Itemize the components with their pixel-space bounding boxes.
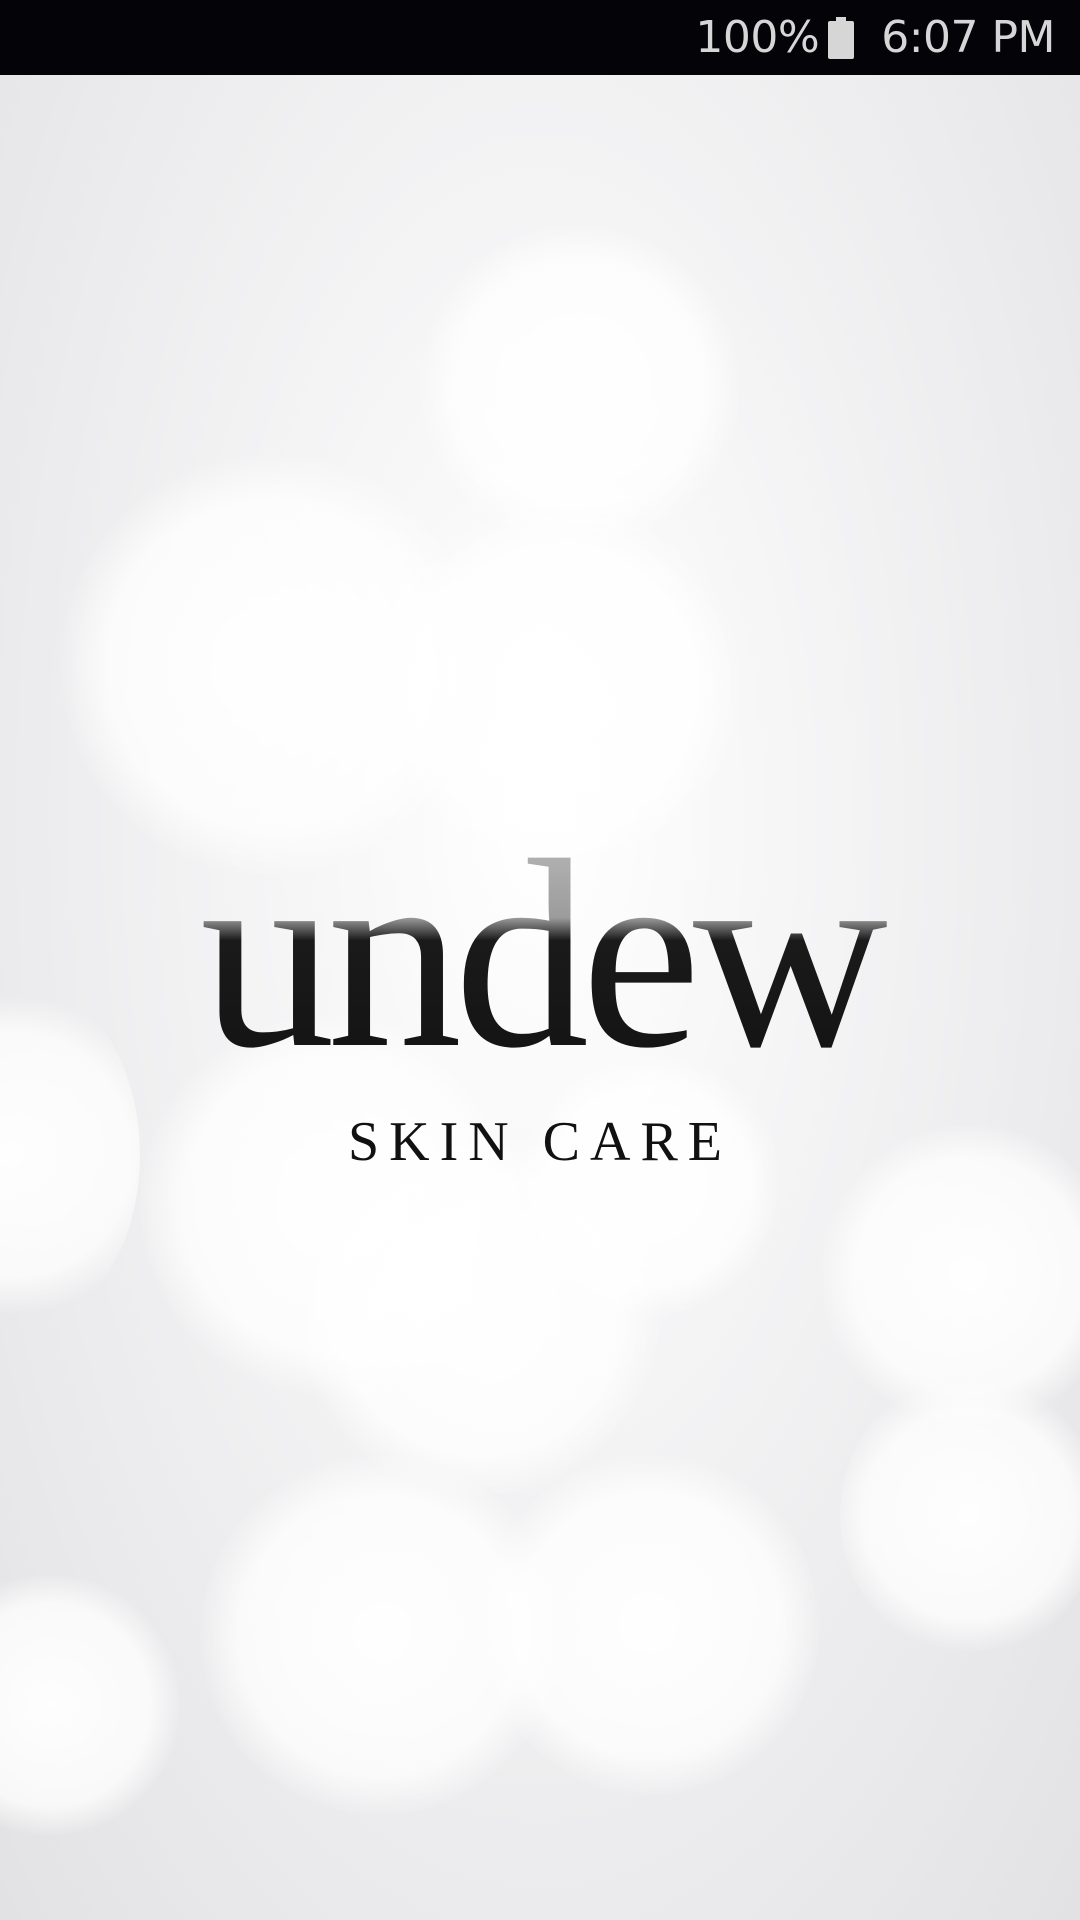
splash-background: undew SKIN CARE <box>0 75 1080 1920</box>
bokeh-decoration <box>380 505 740 865</box>
bokeh-decoration <box>0 1575 180 1835</box>
brand-tagline: SKIN CARE <box>348 1111 732 1173</box>
clock-time: 6:07 PM <box>881 12 1055 63</box>
bokeh-decoration <box>480 1455 820 1795</box>
bokeh-decoration <box>420 225 740 545</box>
status-indicators: 100% 6:07 PM <box>695 0 1055 75</box>
splash-screen: 100% 6:07 PM undew SKIN CARE <box>0 0 1080 1920</box>
bokeh-decoration <box>840 1375 1080 1655</box>
brand-logo: undew SKIN CARE <box>0 815 1080 1195</box>
battery-full-icon <box>827 16 855 59</box>
status-bar: 100% 6:07 PM <box>0 0 1080 75</box>
brand-name: undew <box>200 815 887 1104</box>
battery-percent: 100% <box>695 12 820 63</box>
